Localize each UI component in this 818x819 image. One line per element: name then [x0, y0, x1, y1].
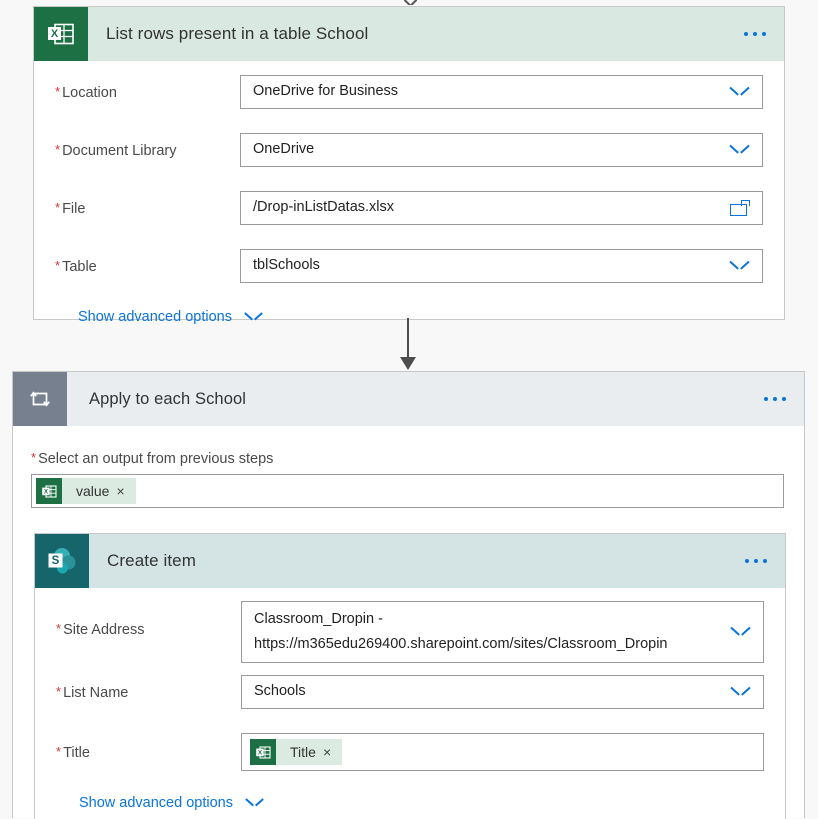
field-input-list-name[interactable]: Schools [241, 675, 764, 709]
action-title-list-rows: List rows present in a table School [106, 24, 369, 43]
excel-icon: X [36, 478, 62, 504]
action-title-apply-to-each: Apply to each School [89, 389, 247, 408]
field-label-document-library: * Document Library [55, 142, 177, 159]
field-value-file: /Drop-inListDatas.xlsx [253, 199, 395, 216]
field-input-site-address[interactable]: Classroom_Dropin - https://m365edu269400… [241, 601, 764, 663]
field-row-table: * Table tblSchools [55, 249, 763, 295]
token-label: Title [290, 744, 316, 760]
flow-connector-arrow [400, 318, 416, 370]
action-header-create-item[interactable]: S Create item [35, 534, 785, 588]
required-asterisk: * [55, 142, 61, 157]
required-asterisk: * [56, 621, 62, 636]
folder-picker-icon[interactable] [730, 200, 750, 216]
more-options-button-apply-to-each[interactable] [764, 397, 786, 401]
show-advanced-options-link-excel[interactable]: Show advanced options [78, 309, 262, 325]
excel-icon: X [34, 7, 88, 61]
dynamic-token-value[interactable]: X value × [36, 478, 136, 504]
more-options-button-create-item[interactable] [745, 559, 767, 563]
field-input-title[interactable]: X Title × [241, 733, 764, 771]
field-label-title: * Title [56, 744, 90, 761]
svg-text:S: S [52, 555, 60, 567]
chevron-down-icon [246, 798, 263, 808]
action-header-list-rows[interactable]: X List rows present in a table School [34, 7, 784, 61]
field-label-site-address: * Site Address [56, 621, 145, 638]
required-asterisk: * [56, 744, 62, 759]
field-value-list-name: Schools [254, 683, 306, 700]
list-rows-fields: * Location OneDrive for Business * Documen… [34, 61, 784, 325]
more-options-button-list-rows[interactable] [744, 32, 766, 36]
chevron-down-icon[interactable] [730, 261, 749, 272]
dynamic-token-title[interactable]: X Title × [250, 739, 343, 765]
field-row-list-name: * List Name Schools [56, 675, 764, 721]
action-card-list-rows: X List rows present in a table School * L… [33, 6, 785, 325]
field-value-location: OneDrive for Business [253, 83, 399, 100]
required-asterisk: * [55, 84, 61, 99]
show-advanced-options-label: Show advanced options [78, 309, 232, 325]
site-address-line1: Classroom_Dropin - [254, 610, 383, 627]
show-advanced-options-link-sharepoint[interactable]: Show advanced options [79, 795, 263, 811]
select-output-section: * Select an output from previous steps X … [13, 426, 804, 508]
required-asterisk: * [31, 450, 37, 465]
chevron-down-icon[interactable] [731, 627, 750, 638]
field-input-file[interactable]: /Drop-inListDatas.xlsx [240, 191, 763, 225]
select-output-input[interactable]: X value × [31, 474, 784, 508]
create-item-fields: * Site Address Classroom_Dropin - https:/… [35, 588, 785, 811]
select-output-label: * Select an output from previous steps [31, 450, 274, 467]
field-label-file: * File [55, 200, 86, 217]
collapse-chevron-icon[interactable] [404, 0, 417, 5]
show-advanced-options-label: Show advanced options [79, 795, 233, 811]
excel-icon: X [250, 739, 276, 765]
required-asterisk: * [55, 200, 61, 215]
action-title-create-item: Create item [107, 551, 196, 570]
token-label: value [76, 483, 110, 499]
chevron-down-icon[interactable] [730, 87, 749, 98]
sharepoint-icon: S [35, 534, 89, 588]
chevron-down-icon[interactable] [730, 145, 749, 156]
field-label-table: * Table [55, 258, 97, 275]
field-value-document-library: OneDrive [253, 141, 315, 158]
field-row-document-library: * Document Library OneDrive [55, 133, 763, 179]
field-input-location[interactable]: OneDrive for Business [240, 75, 763, 109]
required-asterisk: * [56, 684, 62, 699]
chevron-down-icon [245, 312, 262, 322]
field-row-site-address: * Site Address Classroom_Dropin - https:/… [56, 601, 764, 663]
site-address-line2: https://m365edu269400.sharepoint.com/sit… [254, 636, 668, 652]
chevron-down-icon[interactable] [731, 687, 750, 698]
required-asterisk: * [55, 258, 61, 273]
field-input-table[interactable]: tblSchools [240, 249, 763, 283]
remove-token-icon[interactable]: × [323, 745, 342, 759]
loop-icon [13, 372, 67, 426]
remove-token-icon[interactable]: × [116, 484, 135, 498]
action-card-create-item: S Create item * Site Address Classroom_Dr… [34, 533, 786, 819]
field-value-table: tblSchools [253, 257, 320, 274]
field-row-title: * Title X Title × [56, 733, 764, 779]
field-input-document-library[interactable]: OneDrive [240, 133, 763, 167]
field-row-file: * File /Drop-inListDatas.xlsx [55, 191, 763, 237]
action-card-apply-to-each: Apply to each School * Select an output f… [12, 371, 805, 819]
field-label-list-name: * List Name [56, 684, 129, 701]
field-value-site-address: Classroom_Dropin - https://m365edu269400… [254, 607, 709, 658]
action-header-apply-to-each[interactable]: Apply to each School [13, 372, 804, 426]
field-label-location: * Location [55, 84, 117, 101]
field-row-location: * Location OneDrive for Business [55, 75, 763, 121]
svg-text:X: X [51, 28, 59, 40]
